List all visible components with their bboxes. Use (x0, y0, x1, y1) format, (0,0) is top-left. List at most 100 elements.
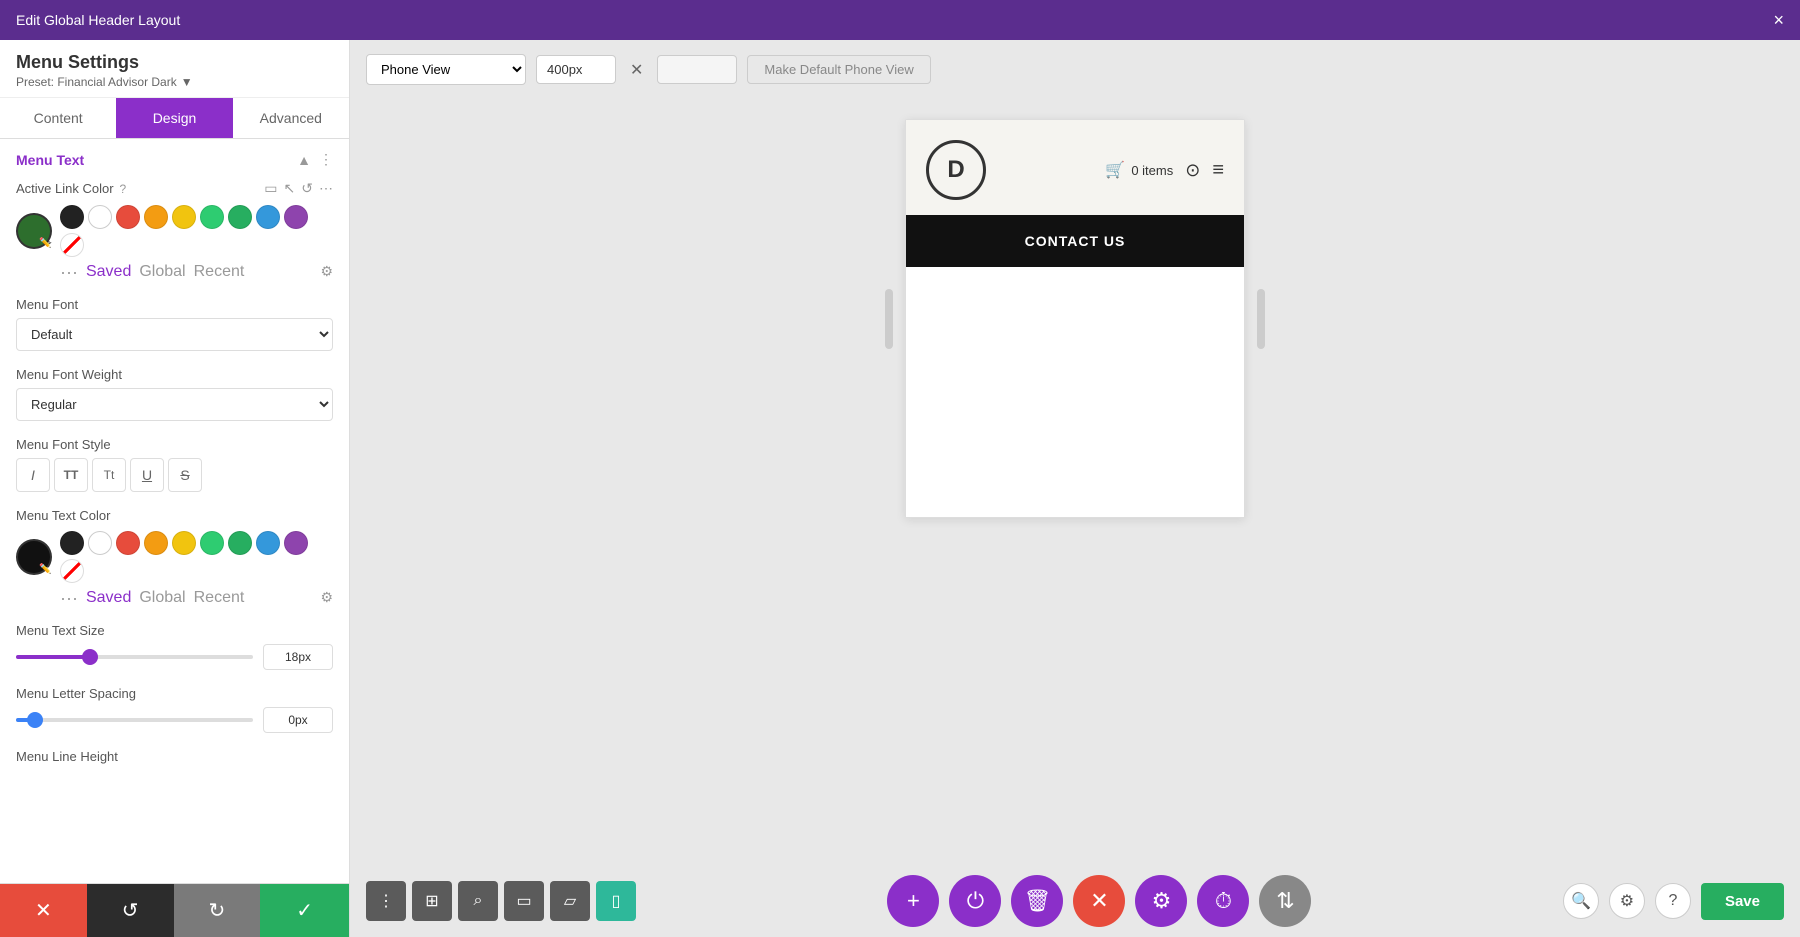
menu-text-size-group: Menu Text Size (16, 623, 333, 670)
sidebar: Menu Settings Preset: Financial Advisor … (0, 40, 350, 937)
swatch2-orange[interactable] (144, 531, 168, 555)
swatch2-red[interactable] (116, 531, 140, 555)
toolbar-close-button[interactable]: ✕ (626, 56, 647, 84)
swatch-green[interactable] (228, 205, 252, 229)
menu-text-size-input[interactable] (263, 644, 333, 670)
swatch2-clear[interactable] (60, 559, 84, 583)
white-content-area (906, 267, 1244, 517)
logo: D (926, 140, 986, 200)
swatch-yellow[interactable] (172, 205, 196, 229)
tab-content[interactable]: Content (0, 98, 116, 138)
make-default-button[interactable]: Make Default Phone View (747, 55, 930, 84)
help-icon[interactable]: ? (120, 182, 127, 196)
swatch-orange[interactable] (144, 205, 168, 229)
more-icon[interactable]: ⋯ (319, 180, 333, 197)
menu-text-size-label: Menu Text Size (16, 623, 333, 638)
swatch2-blue[interactable] (256, 531, 280, 555)
expand-swatches-btn[interactable]: ··· (60, 263, 78, 281)
section-more-icon[interactable]: ⋮ (319, 151, 333, 168)
active-link-color-label-row: Active Link Color ? ▭ ↖ ↺ ⋯ (16, 180, 333, 197)
search2-icon-button[interactable]: 🔍 (1563, 883, 1599, 919)
underline-button[interactable]: U (130, 458, 164, 492)
collapse-icon[interactable]: ▲ (297, 152, 311, 168)
redo-button[interactable]: ↻ (174, 884, 261, 937)
swatch2-green[interactable] (228, 531, 252, 555)
device-icon[interactable]: ▭ (264, 180, 277, 197)
strikethrough-button[interactable]: S (168, 458, 202, 492)
bottom-toolbar: ⋮ ⊞ ⌕ ▭ ▱ ▯ + ⏻ 🗑 ✕ ⚙ ⏱ ⇅ 🔍 ⚙ ? Save (350, 865, 1800, 937)
capitalize-button[interactable]: Tt (92, 458, 126, 492)
tab-advanced[interactable]: Advanced (233, 98, 349, 138)
swatch2-purple[interactable] (284, 531, 308, 555)
contact-us-button[interactable]: CONTACT US (906, 215, 1244, 267)
extra-input[interactable] (657, 55, 737, 84)
menu-font-weight-select[interactable]: Regular (16, 388, 333, 421)
swatch-white[interactable] (88, 205, 112, 229)
sort-button[interactable]: ⇅ (1259, 875, 1311, 927)
swatch-black[interactable] (60, 205, 84, 229)
search-button[interactable]: ⌕ (458, 881, 498, 921)
delete-button[interactable]: 🗑 (1011, 875, 1063, 927)
color2-recent[interactable]: Recent (194, 589, 245, 607)
color-global[interactable]: Global (139, 263, 185, 281)
swatch-clear[interactable] (60, 233, 84, 257)
power-button[interactable]: ⏻ (949, 875, 1001, 927)
menu-letter-spacing-input[interactable] (263, 707, 333, 733)
swatch2-lightgreen[interactable] (200, 531, 224, 555)
undo-button[interactable]: ↺ (87, 884, 174, 937)
italic-button[interactable]: I (16, 458, 50, 492)
menu-text-color-swatch[interactable]: ✏ (16, 539, 52, 575)
menu-text-size-slider[interactable] (16, 655, 253, 659)
title-bar-text: Edit Global Header Layout (16, 12, 180, 28)
phone-button[interactable]: ▯ (596, 881, 636, 921)
color-saved[interactable]: Saved (86, 263, 131, 281)
menu-letter-spacing-label: Menu Letter Spacing (16, 686, 333, 701)
resize-handle-left[interactable] (885, 289, 893, 349)
menu-font-weight-group: Menu Font Weight Regular (16, 367, 333, 421)
swatch-red[interactable] (116, 205, 140, 229)
tablet-button[interactable]: ▱ (550, 881, 590, 921)
close-window-button[interactable]: × (1773, 10, 1784, 31)
menu-text-size-slider-row (16, 644, 333, 670)
swatch-lightgreen[interactable] (200, 205, 224, 229)
confirm-button[interactable]: ✓ (260, 884, 349, 937)
cancel-button[interactable]: ✕ (0, 884, 87, 937)
settings2-icon-button[interactable]: ⚙ (1609, 883, 1645, 919)
px-input[interactable] (536, 55, 616, 84)
color2-saved[interactable]: Saved (86, 589, 131, 607)
color-recent[interactable]: Recent (194, 263, 245, 281)
resize-handle-right[interactable] (1257, 289, 1265, 349)
header-right: 🛒 0 items ⊙ ≡ (1105, 159, 1224, 182)
search-icon[interactable]: ⊙ (1185, 160, 1200, 181)
color-settings-icon[interactable]: ⚙ (320, 263, 333, 281)
add-button[interactable]: + (887, 875, 939, 927)
close-button[interactable]: ✕ (1073, 875, 1125, 927)
expand-swatches2-btn[interactable]: ··· (60, 589, 78, 607)
view-select[interactable]: Phone View (366, 54, 526, 85)
menu-font-select[interactable]: Default (16, 318, 333, 351)
menu-font-group: Menu Font Default (16, 297, 333, 351)
reset-icon[interactable]: ↺ (301, 180, 313, 197)
color2-global[interactable]: Global (139, 589, 185, 607)
swatch2-yellow[interactable] (172, 531, 196, 555)
swatch-purple[interactable] (284, 205, 308, 229)
hamburger-icon[interactable]: ≡ (1212, 159, 1224, 182)
tab-design[interactable]: Design (116, 98, 232, 138)
active-color-swatch[interactable]: ✏ (16, 213, 52, 249)
color2-settings-icon[interactable]: ⚙ (320, 589, 333, 607)
desktop-button[interactable]: ▭ (504, 881, 544, 921)
cursor-icon[interactable]: ↖ (284, 180, 296, 197)
grid-button[interactable]: ⊞ (412, 881, 452, 921)
help-icon-button[interactable]: ? (1655, 883, 1691, 919)
section-header: Menu Text ▲ ⋮ (16, 151, 333, 168)
swatch2-white[interactable] (88, 531, 112, 555)
dots-menu-button[interactable]: ⋮ (366, 881, 406, 921)
settings-button[interactable]: ⚙ (1135, 875, 1187, 927)
swatch-blue[interactable] (256, 205, 280, 229)
save-button[interactable]: Save (1701, 883, 1784, 920)
swatch2-black[interactable] (60, 531, 84, 555)
history-button[interactable]: ⏱ (1197, 875, 1249, 927)
sidebar-header: Menu Settings Preset: Financial Advisor … (0, 40, 349, 98)
uppercase-button[interactable]: TT (54, 458, 88, 492)
menu-letter-spacing-slider[interactable] (16, 718, 253, 722)
